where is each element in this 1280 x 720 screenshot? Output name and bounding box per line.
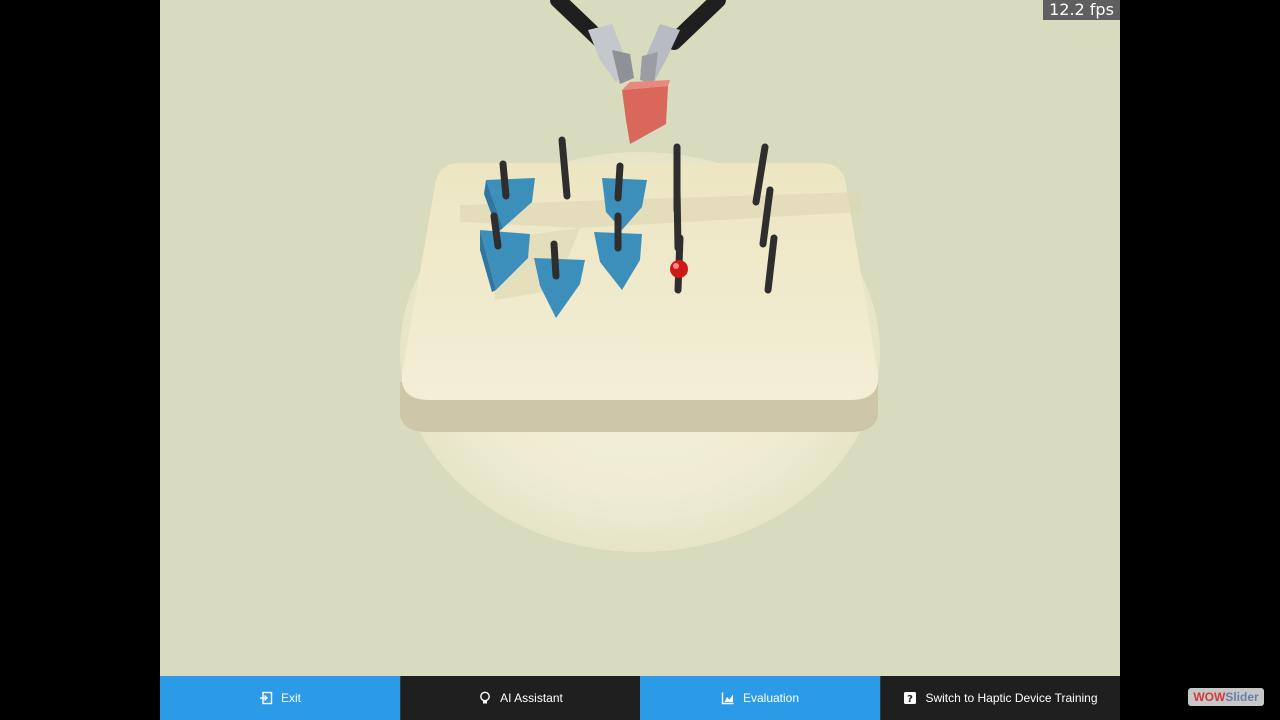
exit-icon — [259, 691, 273, 705]
ai-assistant-button[interactable]: AI Assistant — [400, 676, 640, 720]
lightbulb-icon — [478, 691, 492, 705]
svg-text:?: ? — [908, 694, 914, 705]
bottom-toolbar: Exit AI Assistant Evaluation ? Switch to… — [160, 676, 1120, 720]
switch-haptic-training-label: Switch to Haptic Device Training — [925, 691, 1098, 705]
peg — [558, 136, 571, 200]
exit-label: Exit — [280, 691, 301, 705]
evaluation-button[interactable]: Evaluation — [640, 676, 880, 720]
help-icon: ? — [903, 691, 917, 705]
robotic-graspers — [550, 0, 726, 144]
wowslider-watermark: WOW Slider — [1188, 688, 1264, 706]
simulation-viewport[interactable]: 12.2 fps — [160, 0, 1120, 676]
held-block — [622, 86, 668, 144]
switch-haptic-training-button[interactable]: ? Switch to Haptic Device Training — [880, 676, 1120, 720]
target-ball — [670, 260, 688, 278]
ai-assistant-label: AI Assistant — [500, 691, 563, 705]
evaluation-label: Evaluation — [742, 691, 800, 705]
fps-counter: 12.2 fps — [1043, 0, 1120, 20]
chart-icon — [721, 691, 735, 705]
peg-transfer-scene — [400, 0, 880, 552]
exit-button[interactable]: Exit — [160, 676, 400, 720]
